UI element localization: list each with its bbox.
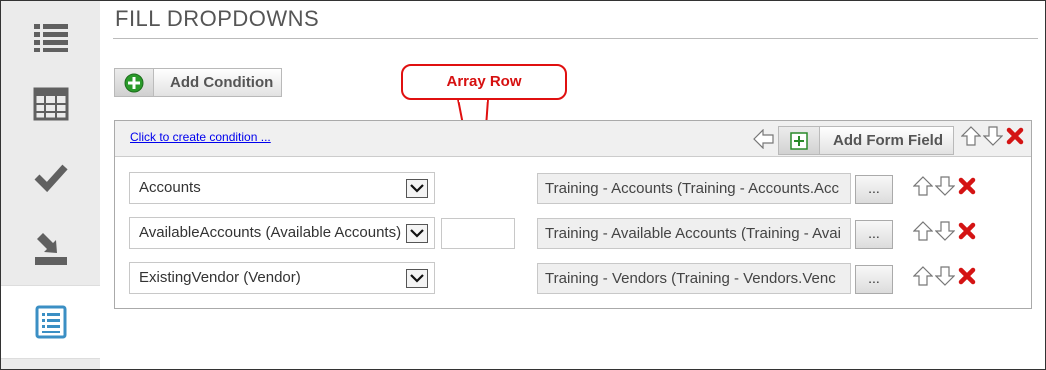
arrow-up-icon[interactable]: [912, 175, 933, 197]
condition-panel: Click to create condition ... Add Form F…: [114, 120, 1032, 309]
arrow-left-icon[interactable]: [753, 129, 775, 149]
page-title: FILL DROPDOWNS: [115, 6, 320, 31]
arrow-down-icon[interactable]: [934, 220, 955, 242]
mapping-row: Accounts Training - Accounts (Training -…: [129, 172, 1019, 206]
create-condition-link[interactable]: Click to create condition ...: [130, 130, 271, 144]
array-row-input[interactable]: [441, 218, 515, 249]
checkmark-icon: [34, 164, 68, 192]
target-field-display: Training - Vendors (Training - Vendors.V…: [537, 263, 851, 294]
chevron-down-icon: [406, 269, 428, 288]
delete-x-icon[interactable]: [956, 220, 977, 242]
mapping-row: AvailableAccounts (Available Accounts) T…: [129, 217, 1019, 251]
arrow-up-icon[interactable]: [960, 125, 981, 147]
add-condition-button[interactable]: Add Condition: [114, 68, 282, 97]
target-field-display: Training - Accounts (Training - Accounts…: [537, 173, 851, 204]
sidebar-item-list[interactable]: [1, 1, 100, 73]
browse-button[interactable]: ...: [855, 175, 893, 204]
arrow-up-icon[interactable]: [912, 220, 933, 242]
arrow-up-icon[interactable]: [912, 265, 933, 287]
delete-x-icon[interactable]: [956, 265, 977, 287]
source-field-value: Accounts: [139, 179, 201, 196]
download-tray-icon: [34, 233, 67, 265]
sidebar-item-validate[interactable]: [1, 141, 100, 213]
row-controls: [912, 175, 977, 197]
browse-button[interactable]: ...: [855, 265, 893, 294]
sidebar-item-table[interactable]: [1, 68, 100, 140]
chevron-down-icon: [406, 179, 428, 198]
target-field-display: Training - Available Accounts (Training …: [537, 218, 851, 249]
arrow-down-icon[interactable]: [934, 175, 955, 197]
source-field-value: AvailableAccounts (Available Accounts): [139, 224, 402, 241]
row-controls: [912, 220, 977, 242]
table-icon: [33, 87, 68, 121]
delete-x-icon[interactable]: [956, 175, 977, 197]
arrow-down-icon[interactable]: [934, 265, 955, 287]
source-field-select[interactable]: Accounts: [129, 172, 435, 204]
mapping-row: ExistingVendor (Vendor) Training - Vendo…: [129, 262, 1019, 296]
add-form-field-button[interactable]: Add Form Field: [778, 126, 954, 155]
delete-x-icon[interactable]: [1004, 125, 1025, 147]
chevron-down-icon: [406, 224, 428, 243]
condition-panel-header: Click to create condition ... Add Form F…: [115, 121, 1031, 157]
sidebar-item-form-list[interactable]: [1, 285, 100, 359]
source-field-value: ExistingVendor (Vendor): [139, 269, 301, 286]
list-icon: [33, 24, 68, 52]
form-list-icon: [35, 305, 66, 339]
browse-button[interactable]: ...: [855, 220, 893, 249]
add-square-icon: [779, 127, 820, 154]
row-controls: [912, 265, 977, 287]
source-field-select[interactable]: ExistingVendor (Vendor): [129, 262, 435, 294]
add-condition-label: Add Condition: [170, 74, 274, 91]
add-form-field-label: Add Form Field: [833, 132, 943, 149]
header-controls: [960, 125, 1025, 147]
source-field-select[interactable]: AvailableAccounts (Available Accounts): [129, 217, 435, 249]
array-row-callout: Array Row: [401, 64, 567, 100]
arrow-down-icon[interactable]: [982, 125, 1003, 147]
title-divider: [113, 38, 1038, 39]
sidebar: [1, 1, 100, 369]
sidebar-item-import[interactable]: [1, 213, 100, 285]
add-circle-icon: [115, 69, 154, 96]
